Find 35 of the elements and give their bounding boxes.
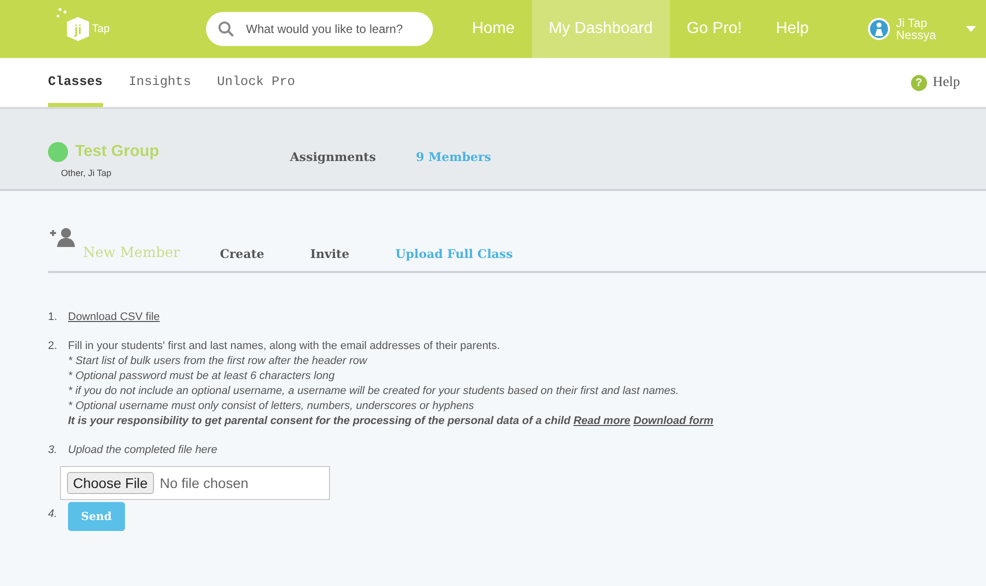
member-tab[interactable]: Invite <box>310 247 350 261</box>
instruction-note: * Start list of bulk users from the first row after the header row <box>68 355 368 367</box>
group-name: Test Group <box>75 143 160 161</box>
consent-link[interactable]: Read more <box>573 415 630 427</box>
upload-instruction: Upload the completed file here <box>68 444 218 456</box>
status-dot <box>48 142 68 162</box>
instruction-note: * if you do not include an optional username, a username will be created for your students based on their first and last names. <box>68 385 680 397</box>
choose-file-button[interactable]: Choose File <box>67 472 154 494</box>
instruction-note: * Optional password must be at least 6 characters long <box>68 370 336 382</box>
section-tab[interactable]: Insights <box>128 58 192 107</box>
step-number: 3. <box>48 444 58 458</box>
search-field[interactable]: What would you like to learn? <box>206 12 433 46</box>
logo-mark: ji <box>67 17 89 41</box>
section-tab[interactable]: Unlock Pro <box>217 58 296 107</box>
member-tab[interactable]: Create <box>220 247 264 261</box>
add-user-icon <box>48 227 78 247</box>
group-subtitle: Other, Ji Tap <box>61 168 112 178</box>
download-csv-link[interactable]: Download CSV file <box>68 311 160 323</box>
avatar-icon[interactable] <box>868 18 890 40</box>
help-link[interactable]: Help <box>932 74 960 90</box>
file-status-text: No file chosen <box>160 475 248 491</box>
caret-icon[interactable] <box>966 26 976 32</box>
consent-text: It is your responsibility to get parental consent for the processing of the personal data of a child Read more Download form <box>68 415 714 427</box>
step-number: 2. <box>48 340 58 354</box>
step-number: 1. <box>48 311 58 323</box>
section-title: New Member <box>83 245 180 261</box>
group-tab[interactable]: Assignments <box>290 150 376 164</box>
file-upload-field[interactable]: Choose File No file chosen <box>60 466 330 500</box>
step-number: 4. <box>48 508 58 522</box>
sparkle-dots-icon <box>56 8 67 18</box>
instruction-note: * Optional username must only consist of letters, numbers, underscores or hyphens <box>68 400 475 412</box>
search-icon <box>218 21 234 37</box>
consent-link[interactable]: Download form <box>633 415 714 427</box>
logo-text: Tap <box>92 23 110 35</box>
instruction-text: Fill in your students' first and last names, along with the email addresses of their parents. <box>68 340 501 352</box>
